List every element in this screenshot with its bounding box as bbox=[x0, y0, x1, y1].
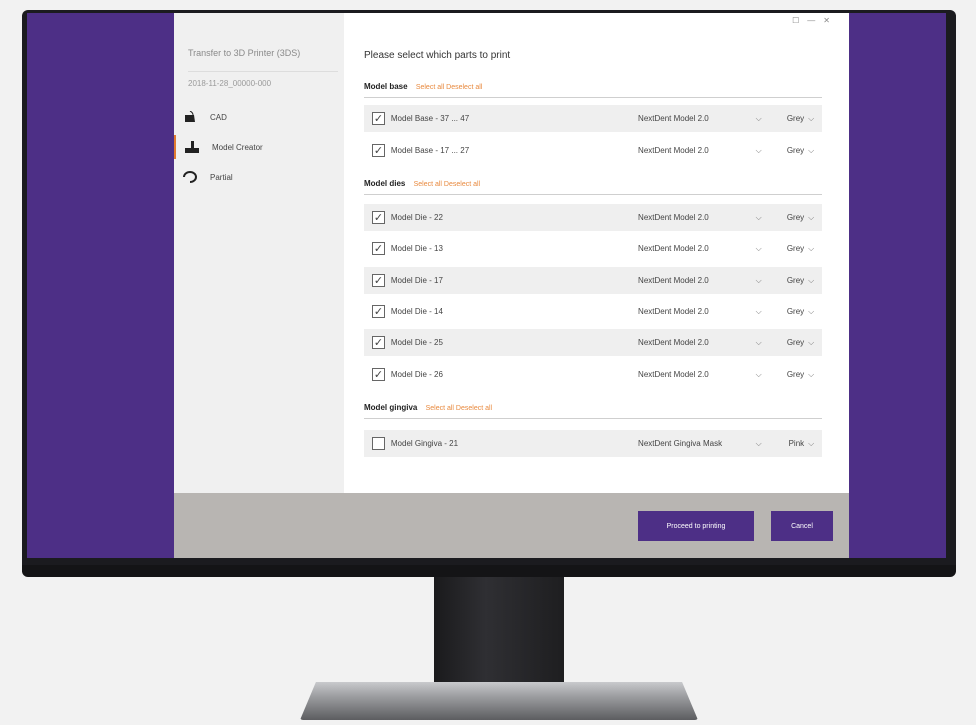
color-select[interactable]: Grey bbox=[769, 338, 809, 347]
sidebar-item-label: Partial bbox=[210, 172, 233, 182]
table-row[interactable]: ✓ Model Base - 17 ... 27 NextDent Model … bbox=[364, 137, 822, 164]
section-divider bbox=[364, 97, 822, 98]
chevron-down-icon[interactable]: ⌵ bbox=[808, 338, 822, 348]
sidebar-title: Transfer to 3D Printer (3DS) bbox=[188, 48, 301, 58]
section-title-model-base: Model base Select all Deselect all bbox=[364, 82, 483, 91]
sidebar-divider bbox=[188, 71, 338, 72]
material-select[interactable]: NextDent Model 2.0 bbox=[638, 213, 749, 222]
monitor-stand-neck bbox=[434, 577, 564, 685]
part-label: Model Die - 13 bbox=[390, 244, 443, 253]
table-row[interactable]: ✓ Model Die - 13 NextDent Model 2.0 ⌵ Gr… bbox=[364, 235, 822, 262]
chevron-down-icon[interactable]: ⌵ bbox=[749, 338, 769, 348]
material-select[interactable]: NextDent Gingiva Mask bbox=[638, 439, 749, 448]
chevron-down-icon[interactable]: ⌵ bbox=[808, 439, 822, 449]
color-select[interactable]: Pink bbox=[769, 439, 809, 448]
chevron-down-icon[interactable]: ⌵ bbox=[749, 276, 769, 286]
monitor-stand-base bbox=[300, 682, 698, 720]
material-select[interactable]: NextDent Model 2.0 bbox=[638, 146, 749, 155]
section-divider bbox=[364, 194, 822, 195]
part-label: Model Gingiva - 21 bbox=[390, 439, 459, 448]
chevron-down-icon[interactable]: ⌵ bbox=[749, 370, 769, 380]
part-label: Model Base - 17 ... 27 bbox=[390, 146, 470, 155]
section-title-model-dies: Model dies Select all Deselect all bbox=[364, 179, 481, 188]
color-select[interactable]: Grey bbox=[769, 307, 809, 316]
checkbox[interactable]: ✓ bbox=[372, 112, 385, 125]
monitor-bezel bbox=[22, 565, 956, 577]
color-select[interactable]: Grey bbox=[769, 114, 809, 123]
maximize-button[interactable]: ☐ bbox=[792, 16, 799, 25]
table-row[interactable]: Model Gingiva - 21 NextDent Gingiva Mask… bbox=[364, 430, 822, 457]
page-title: Please select which parts to print bbox=[364, 50, 511, 61]
table-row[interactable]: ✓ Model Die - 26 NextDent Model 2.0 ⌵ Gr… bbox=[364, 361, 822, 388]
checkbox[interactable] bbox=[372, 437, 385, 450]
chevron-down-icon[interactable]: ⌵ bbox=[749, 213, 769, 223]
chevron-down-icon[interactable]: ⌵ bbox=[808, 114, 822, 124]
chevron-down-icon[interactable]: ⌵ bbox=[808, 244, 822, 254]
chevron-down-icon[interactable]: ⌵ bbox=[749, 307, 769, 317]
close-button[interactable]: ✕ bbox=[823, 16, 830, 25]
part-label: Model Die - 14 bbox=[390, 307, 443, 316]
color-select[interactable]: Grey bbox=[769, 213, 809, 222]
chevron-down-icon[interactable]: ⌵ bbox=[808, 276, 822, 286]
color-select[interactable]: Grey bbox=[769, 276, 809, 285]
checkbox[interactable]: ✓ bbox=[372, 144, 385, 157]
footer-bar: Proceed to printing Cancel bbox=[174, 493, 849, 558]
color-select[interactable]: Grey bbox=[769, 370, 809, 379]
table-row[interactable]: ✓ Model Die - 17 NextDent Model 2.0 ⌵ Gr… bbox=[364, 267, 822, 294]
sidebar-case-id: 2018-11-28_00000-000 bbox=[188, 79, 272, 88]
chevron-down-icon[interactable]: ⌵ bbox=[808, 307, 822, 317]
section-divider bbox=[364, 418, 822, 419]
sidebar-item-partial[interactable]: Partial bbox=[174, 165, 344, 189]
table-row[interactable]: ✓ Model Die - 22 NextDent Model 2.0 ⌵ Gr… bbox=[364, 204, 822, 231]
sidebar-item-label: Model Creator bbox=[212, 142, 263, 152]
chevron-down-icon[interactable]: ⌵ bbox=[749, 114, 769, 124]
part-label: Model Die - 17 bbox=[390, 276, 443, 285]
chevron-down-icon[interactable]: ⌵ bbox=[808, 370, 822, 380]
select-all-link[interactable]: Select all Deselect all bbox=[426, 405, 493, 412]
sidebar-item-model-creator[interactable]: Model Creator bbox=[174, 135, 344, 159]
minimize-button[interactable]: — bbox=[807, 16, 815, 25]
part-label: Model Die - 26 bbox=[390, 370, 443, 379]
screen: Transfer to 3D Printer (3DS) 2018-11-28_… bbox=[27, 13, 946, 558]
sidebar-item-label: CAD bbox=[210, 112, 227, 122]
material-select[interactable]: NextDent Model 2.0 bbox=[638, 244, 749, 253]
sidebar: Transfer to 3D Printer (3DS) 2018-11-28_… bbox=[174, 13, 344, 493]
table-row[interactable]: ✓ Model Die - 25 NextDent Model 2.0 ⌵ Gr… bbox=[364, 329, 822, 356]
chevron-down-icon[interactable]: ⌵ bbox=[749, 146, 769, 156]
sidebar-item-cad[interactable]: CAD bbox=[174, 105, 344, 129]
part-label: Model Die - 25 bbox=[390, 338, 443, 347]
checkbox[interactable]: ✓ bbox=[372, 336, 385, 349]
window-controls: ☐ — ✕ bbox=[792, 16, 830, 25]
partial-icon bbox=[182, 171, 198, 183]
model-creator-icon bbox=[184, 141, 200, 153]
part-label: Model Base - 37 ... 47 bbox=[390, 114, 470, 123]
checkbox[interactable]: ✓ bbox=[372, 305, 385, 318]
color-select[interactable]: Grey bbox=[769, 146, 809, 155]
checkbox[interactable]: ✓ bbox=[372, 274, 385, 287]
material-select[interactable]: NextDent Model 2.0 bbox=[638, 114, 749, 123]
app-window: Transfer to 3D Printer (3DS) 2018-11-28_… bbox=[174, 13, 849, 558]
material-select[interactable]: NextDent Model 2.0 bbox=[638, 370, 749, 379]
cancel-button[interactable]: Cancel bbox=[771, 511, 833, 541]
part-label: Model Die - 22 bbox=[390, 213, 443, 222]
checkbox[interactable]: ✓ bbox=[372, 368, 385, 381]
checkbox[interactable]: ✓ bbox=[372, 211, 385, 224]
chevron-down-icon[interactable]: ⌵ bbox=[749, 244, 769, 254]
select-all-link[interactable]: Select all Deselect all bbox=[414, 181, 481, 188]
chevron-down-icon[interactable]: ⌵ bbox=[808, 213, 822, 223]
checkbox[interactable]: ✓ bbox=[372, 242, 385, 255]
table-row[interactable]: ✓ Model Die - 14 NextDent Model 2.0 ⌵ Gr… bbox=[364, 298, 822, 325]
material-select[interactable]: NextDent Model 2.0 bbox=[638, 338, 749, 347]
cad-icon bbox=[182, 111, 198, 123]
select-all-link[interactable]: Select all Deselect all bbox=[416, 84, 483, 91]
material-select[interactable]: NextDent Model 2.0 bbox=[638, 276, 749, 285]
chevron-down-icon[interactable]: ⌵ bbox=[808, 146, 822, 156]
color-select[interactable]: Grey bbox=[769, 244, 809, 253]
proceed-to-printing-button[interactable]: Proceed to printing bbox=[638, 511, 754, 541]
material-select[interactable]: NextDent Model 2.0 bbox=[638, 307, 749, 316]
table-row[interactable]: ✓ Model Base - 37 ... 47 NextDent Model … bbox=[364, 105, 822, 132]
section-title-model-gingiva: Model gingiva Select all Deselect all bbox=[364, 403, 493, 412]
main-panel: ☐ — ✕ Please select which parts to print… bbox=[350, 13, 840, 493]
chevron-down-icon[interactable]: ⌵ bbox=[749, 439, 769, 449]
